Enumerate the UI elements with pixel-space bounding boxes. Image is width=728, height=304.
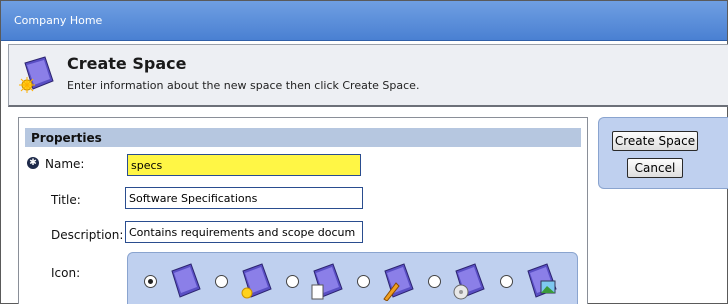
space-disc-icon[interactable] [451, 261, 487, 301]
icon-option-radio[interactable] [428, 275, 441, 288]
space-document-icon[interactable] [309, 261, 345, 301]
actions-panel [598, 117, 728, 189]
title-label: Title: [51, 193, 81, 207]
description-field[interactable] [125, 221, 363, 243]
space-sun-icon[interactable] [238, 261, 274, 301]
breadcrumb-bar: Company Home [1, 1, 727, 41]
space-icon[interactable] [167, 261, 203, 301]
icon-option-radio[interactable] [500, 275, 513, 288]
space-pencil-icon[interactable] [380, 261, 416, 301]
title-field[interactable] [125, 187, 363, 209]
cancel-button[interactable]: Cancel [627, 158, 683, 178]
page-header: Create Space Enter information about the… [8, 44, 728, 107]
icon-label: Icon: [51, 266, 81, 280]
icon-option-radio[interactable] [357, 275, 370, 288]
properties-section-header: Properties [25, 128, 581, 147]
icon-option-radio[interactable] [215, 275, 228, 288]
icon-option-radio[interactable] [286, 275, 299, 288]
section-title: Properties [31, 131, 102, 145]
page-subtitle: Enter information about the new space th… [67, 79, 420, 92]
name-label: Name: [45, 157, 85, 171]
required-icon: ✱ [27, 157, 39, 169]
icon-option-radio[interactable] [144, 275, 157, 288]
space-create-icon [19, 56, 54, 93]
breadcrumb[interactable]: Company Home [14, 14, 102, 27]
page-title: Create Space [67, 54, 187, 73]
space-picture-icon[interactable] [523, 261, 559, 301]
description-label: Description: [51, 228, 124, 242]
name-field[interactable] [127, 154, 361, 176]
create-space-button[interactable]: Create Space [612, 131, 698, 151]
